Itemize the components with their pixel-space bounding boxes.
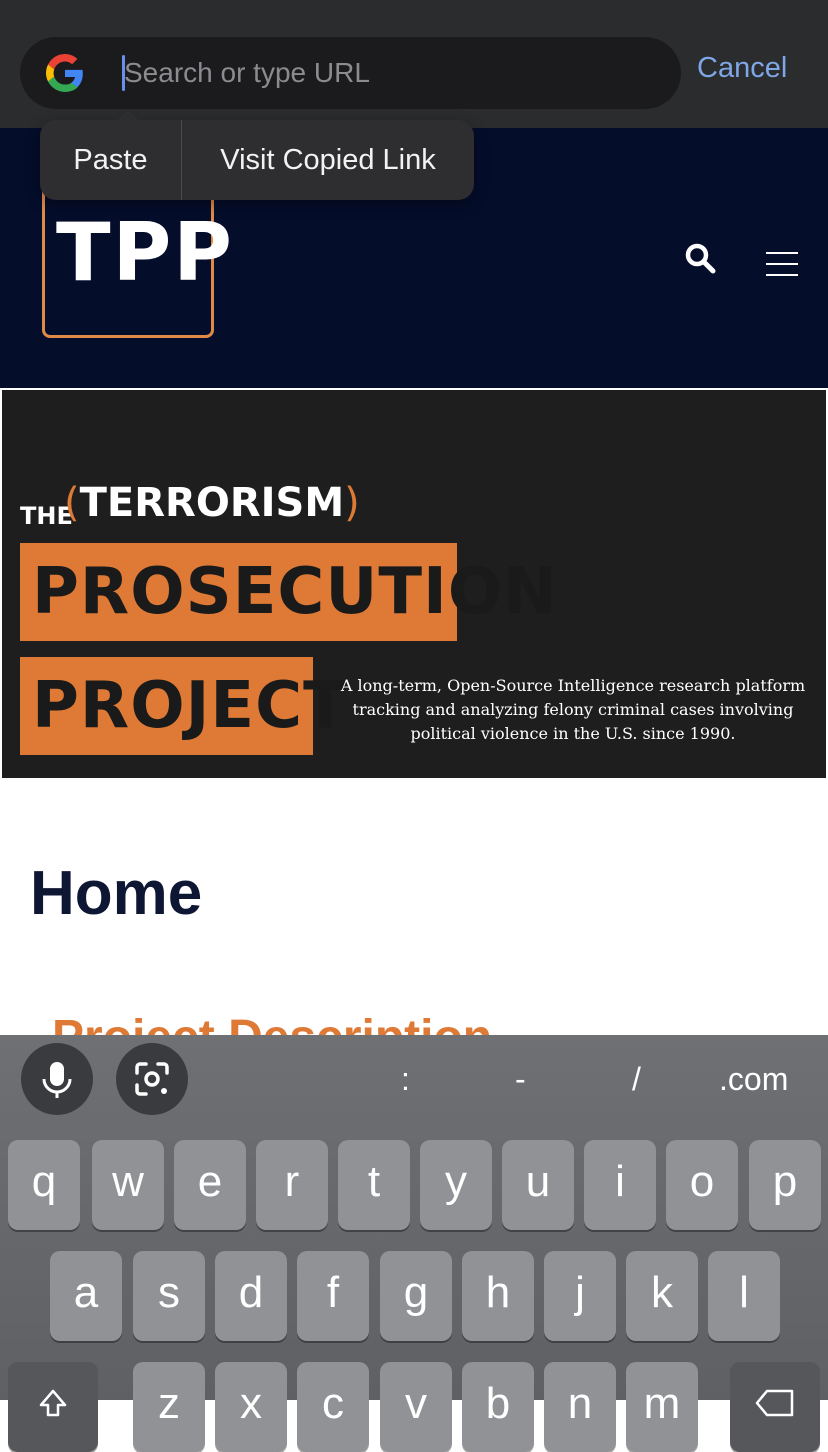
key-l[interactable]: l [708, 1251, 780, 1341]
on-screen-keyboard: : - / .com q w e r t y u i o p a s d f g… [0, 1035, 828, 1452]
search-icon[interactable] [684, 242, 716, 274]
key-k[interactable]: k [626, 1251, 698, 1341]
url-bar[interactable] [20, 37, 681, 109]
shift-icon [39, 1389, 67, 1417]
banner-tagline: A long-term, Open-Source Intelligence re… [340, 676, 806, 743]
page-title: Home [30, 859, 203, 928]
key-d[interactable]: d [215, 1251, 287, 1341]
site-logo-text: TPP [56, 206, 234, 299]
suggestion-slash[interactable]: / [632, 1061, 641, 1098]
google-icon [46, 54, 83, 92]
backspace-icon [755, 1389, 794, 1417]
shift-key[interactable] [8, 1362, 98, 1452]
key-w[interactable]: w [92, 1140, 164, 1230]
search-input[interactable] [124, 49, 654, 97]
key-x[interactable]: x [215, 1362, 287, 1452]
key-s[interactable]: s [133, 1251, 205, 1341]
key-n[interactable]: n [544, 1362, 616, 1452]
key-e[interactable]: e [174, 1140, 246, 1230]
banner-project: PROJECT [32, 669, 348, 743]
key-y[interactable]: y [420, 1140, 492, 1230]
key-m[interactable]: m [626, 1362, 698, 1452]
banner-block-prosecution: PROSECUTION [20, 543, 557, 641]
suggestion-colon[interactable]: : [401, 1061, 410, 1098]
key-q[interactable]: q [8, 1140, 80, 1230]
hero-banner: THE (TERRORISM) PROSECUTION PROJECT A lo… [2, 390, 826, 778]
cancel-button[interactable]: Cancel [697, 52, 787, 85]
key-i[interactable]: i [584, 1140, 656, 1230]
key-o[interactable]: o [666, 1140, 738, 1230]
backspace-key[interactable] [730, 1362, 820, 1452]
key-r[interactable]: r [256, 1140, 328, 1230]
banner-block-project: PROJECT [20, 657, 347, 755]
banner-terrorism: (TERRORISM) [64, 480, 360, 526]
visit-copied-link-button[interactable]: Visit Copied Link [182, 120, 474, 200]
key-v[interactable]: v [380, 1362, 452, 1452]
key-a[interactable]: a [50, 1251, 122, 1341]
key-z[interactable]: z [133, 1362, 205, 1452]
microphone-button[interactable] [21, 1043, 93, 1115]
key-u[interactable]: u [502, 1140, 574, 1230]
camera-lens-icon [135, 1062, 169, 1096]
key-c[interactable]: c [297, 1362, 369, 1452]
suggestion-dotcom[interactable]: .com [719, 1061, 788, 1098]
paste-popup: Paste Visit Copied Link [40, 110, 474, 200]
key-p[interactable]: p [749, 1140, 821, 1230]
key-f[interactable]: f [297, 1251, 369, 1341]
banner-prosecution: PROSECUTION [32, 555, 558, 629]
browser-top-bar: Cancel [0, 0, 828, 128]
suggestion-dash[interactable]: - [515, 1061, 526, 1098]
keyboard-toolbar: : - / .com [0, 1035, 828, 1125]
key-j[interactable]: j [544, 1251, 616, 1341]
hamburger-menu-icon[interactable] [766, 252, 798, 276]
key-b[interactable]: b [462, 1362, 534, 1452]
paste-button[interactable]: Paste [40, 120, 182, 200]
microphone-icon [42, 1062, 72, 1098]
key-t[interactable]: t [338, 1140, 410, 1230]
key-h[interactable]: h [462, 1251, 534, 1341]
google-lens-button[interactable] [116, 1043, 188, 1115]
key-g[interactable]: g [380, 1251, 452, 1341]
